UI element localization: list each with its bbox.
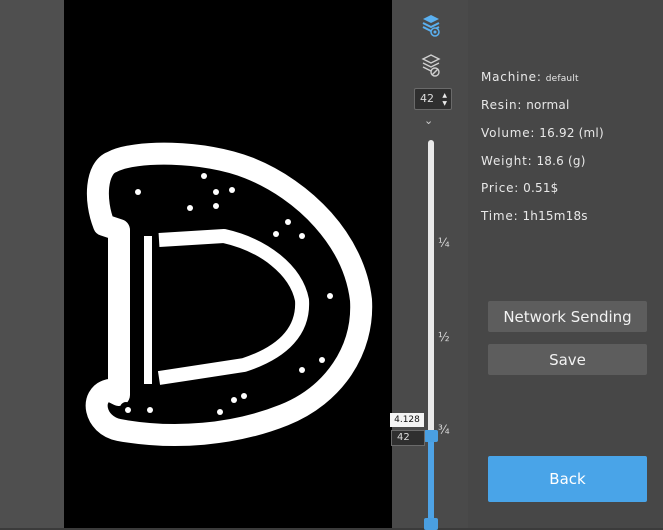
slice-image: [85, 142, 373, 446]
current-layer-value: 42: [397, 432, 410, 443]
top-layer-value: 42: [420, 92, 434, 105]
resin-label: Resin:: [481, 98, 523, 112]
slider-bottom-handle[interactable]: [424, 518, 438, 530]
slider-top-handle[interactable]: [424, 430, 438, 442]
resin-value: normal: [526, 98, 570, 112]
network-sending-button[interactable]: Network Sending: [488, 301, 647, 332]
layer-slider-fill: [428, 436, 434, 528]
slice-outline-inner: [157, 229, 310, 385]
current-layer-spinbox[interactable]: 42: [391, 430, 425, 446]
weight-row: Weight: 18.6 (g): [481, 154, 586, 168]
weight-label: Weight:: [481, 154, 533, 168]
back-button[interactable]: Back: [488, 456, 647, 502]
save-button[interactable]: Save: [488, 344, 647, 375]
slice-outline-outer: [85, 142, 373, 446]
layers-hidden-icon[interactable]: [418, 52, 444, 78]
spin-down-icon[interactable]: ▼: [442, 101, 447, 107]
current-height-label: 4.128: [390, 413, 424, 427]
volume-value: 16.92 (ml): [539, 126, 604, 140]
slider-tick-half: ½: [438, 330, 450, 344]
spin-up-icon[interactable]: ▲: [442, 93, 447, 99]
time-row: Time: 1h15m18s: [481, 209, 588, 223]
slider-tick-quarter: ¼: [438, 236, 450, 250]
price-label: Price:: [481, 181, 520, 195]
volume-row: Volume: 16.92 (ml): [481, 126, 604, 140]
layers-eye-icon[interactable]: [418, 12, 444, 38]
machine-row: Machine: default: [481, 70, 579, 84]
slice-strut-right: [144, 236, 152, 384]
weight-value: 18.6 (g): [536, 154, 586, 168]
slider-tick-three-quarter: ¾: [438, 423, 450, 437]
machine-label: Machine:: [481, 70, 542, 84]
slice-preview[interactable]: [64, 0, 392, 528]
time-value: 1h15m18s: [522, 209, 588, 223]
top-layer-spinbox[interactable]: 42 ▲ ▼: [414, 88, 452, 110]
slice-strut-left: [116, 232, 124, 387]
left-gutter: [0, 0, 64, 528]
volume-label: Volume:: [481, 126, 536, 140]
machine-value: default: [545, 74, 579, 84]
chevron-down-icon[interactable]: ⌄: [424, 114, 433, 127]
price-row: Price: 0.51$: [481, 181, 559, 195]
resin-row: Resin: normal: [481, 98, 569, 112]
price-value: 0.51$: [523, 181, 559, 195]
time-label: Time:: [481, 209, 519, 223]
